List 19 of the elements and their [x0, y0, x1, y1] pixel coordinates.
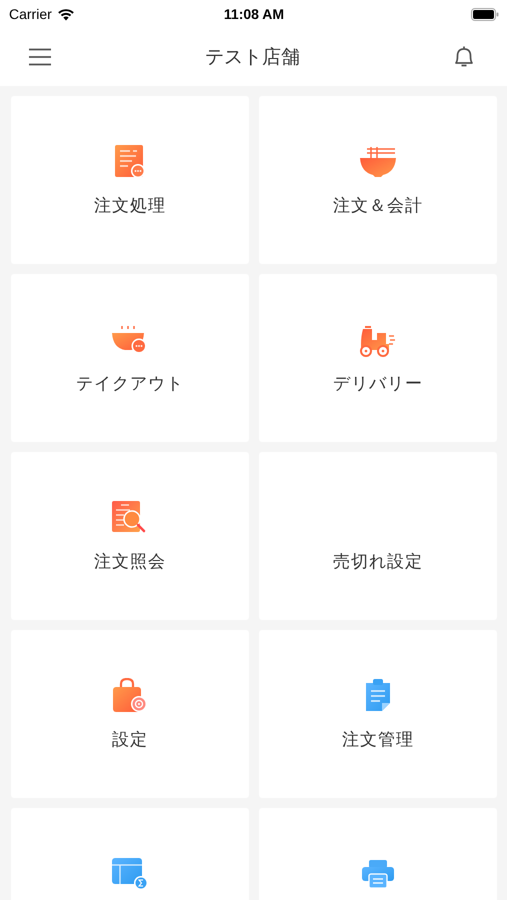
printer-icon: [361, 859, 395, 889]
noodle-bowl-icon: [359, 146, 397, 178]
status-time: 11:08 AM: [224, 6, 284, 22]
menu-tile[interactable]: 売切れ設定: [259, 452, 497, 620]
menu-icon[interactable]: [28, 48, 52, 66]
menu-tile[interactable]: 設定: [11, 630, 249, 798]
store-title: テスト店舗: [205, 45, 300, 70]
menu-tile[interactable]: 注文管理: [259, 630, 497, 798]
carrier-name: Carrier: [9, 6, 52, 22]
clipboard-icon: [363, 678, 393, 714]
spreadsheet-sum-icon: [111, 857, 149, 891]
wifi-icon: [56, 8, 75, 20]
menu-tile[interactable]: 注文＆会計: [259, 96, 497, 264]
menu-tile[interactable]: 注文照会: [11, 452, 249, 620]
menu-tile[interactable]: デリバリー: [259, 274, 497, 442]
menu-tile[interactable]: テイクアウト: [11, 274, 249, 442]
battery-icon: [471, 8, 499, 20]
menu-tile[interactable]: 注文処理: [11, 96, 249, 264]
notification-bell-icon[interactable]: [453, 45, 475, 69]
